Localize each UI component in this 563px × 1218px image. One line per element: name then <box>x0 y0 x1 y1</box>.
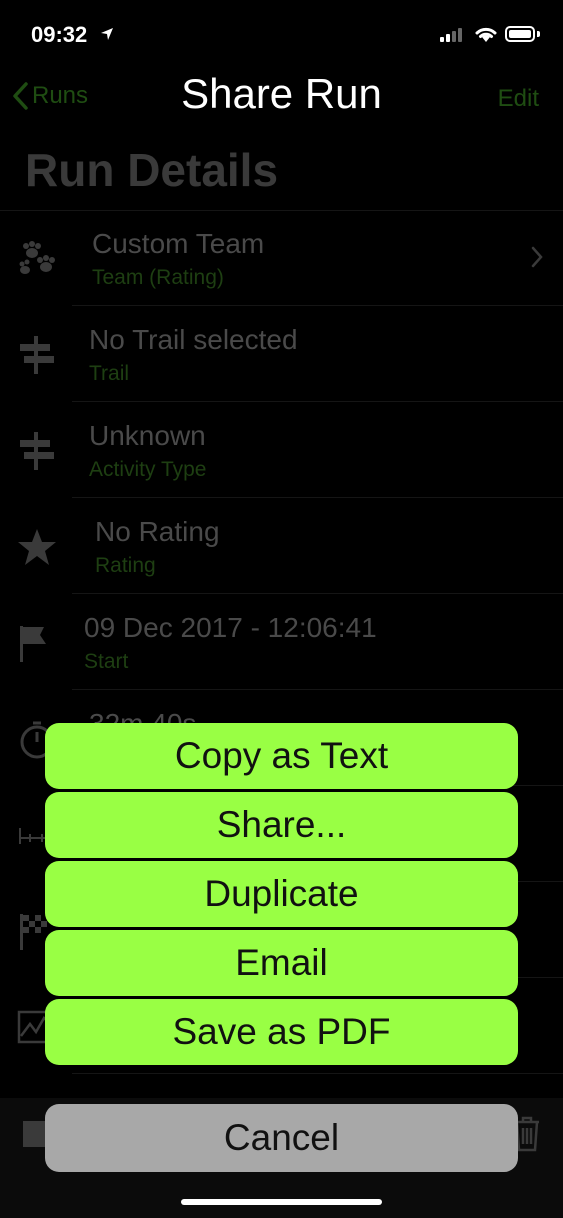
share-button[interactable]: Share... <box>45 792 518 858</box>
action-sheet: Copy as Text Share... Duplicate Email Sa… <box>45 723 518 1068</box>
page-title: Share Run <box>181 70 382 117</box>
edit-button[interactable]: Edit <box>498 85 539 113</box>
row-title: Custom Team <box>92 228 265 259</box>
save-as-pdf-button[interactable]: Save as PDF <box>45 999 518 1065</box>
row-title: No Trail selected <box>89 324 298 355</box>
row-title: No Rating <box>95 516 220 547</box>
row-subtitle: Start <box>84 650 129 673</box>
cancel-button[interactable]: Cancel <box>45 1104 518 1172</box>
location-arrow-icon <box>101 28 113 40</box>
large-title: Run Details <box>25 144 279 196</box>
chevron-right-icon <box>531 246 543 268</box>
row-title: Unknown <box>89 420 206 451</box>
duplicate-button[interactable]: Duplicate <box>45 861 518 927</box>
flag-icon <box>20 626 46 662</box>
row-title: 09 Dec 2017 - 12:06:41 <box>84 612 377 643</box>
row-subtitle: Rating <box>95 554 156 577</box>
row-subtitle: Activity Type <box>89 458 207 481</box>
email-button[interactable]: Email <box>45 930 518 996</box>
copy-as-text-button[interactable]: Copy as Text <box>45 723 518 789</box>
row-start[interactable]: 09 Dec 2017 - 12:06:41 Start <box>0 594 563 690</box>
signpost-icon <box>20 336 54 374</box>
paw-prints-icon <box>19 241 55 274</box>
signpost-icon <box>20 432 54 470</box>
star-icon <box>18 529 56 565</box>
cellular-signal-icon <box>440 28 462 42</box>
row-subtitle: Trail <box>89 362 130 385</box>
status-time: 09:32 <box>31 22 88 47</box>
row-activity-type[interactable]: Unknown Activity Type <box>0 402 563 498</box>
status-bar: 09:32 <box>0 0 563 70</box>
row-subtitle: Team (Rating) <box>92 266 224 289</box>
row-rating[interactable]: No Rating Rating <box>0 498 563 594</box>
navigation-bar: Runs Share Run Edit <box>0 62 563 132</box>
wifi-icon <box>475 27 497 42</box>
battery-cap <box>537 31 540 37</box>
row-trail[interactable]: No Trail selected Trail <box>0 306 563 402</box>
row-team[interactable]: Custom Team Team (Rating) <box>0 210 563 306</box>
battery-icon <box>505 26 535 42</box>
home-indicator <box>181 1199 382 1205</box>
